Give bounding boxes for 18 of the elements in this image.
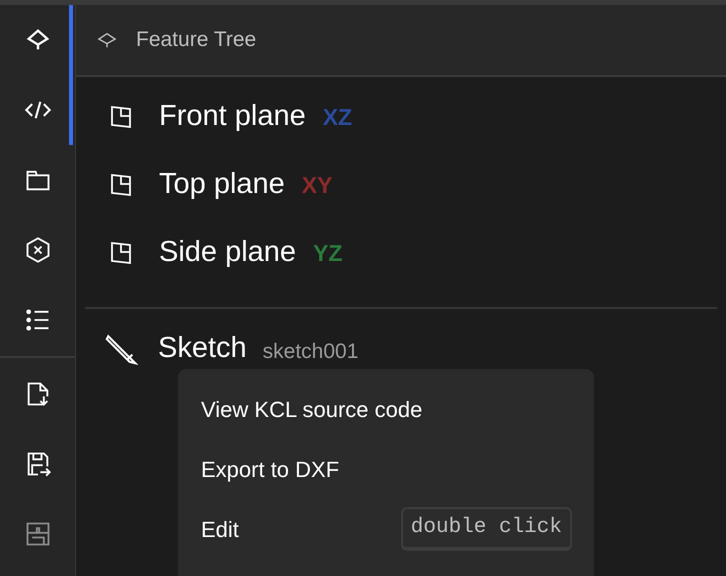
axis-tag: XZ: [322, 100, 352, 134]
plane-label[interactable]: Side plane: [159, 231, 296, 275]
shortcut-hint: double click: [400, 507, 572, 551]
menu-item[interactable]: Edit double click: [178, 499, 594, 559]
plane-label[interactable]: Top plane: [159, 163, 285, 207]
plane-label[interactable]: Front plane: [159, 95, 306, 139]
plane-icon: [109, 105, 133, 129]
plane-icon: [109, 173, 133, 197]
plane-icon: [109, 241, 133, 265]
panel-title: Feature Tree: [136, 27, 256, 54]
sketch-label[interactable]: Sketch: [158, 327, 247, 371]
menu-item[interactable]: Export to DXF: [178, 439, 594, 499]
sketch-name: sketch001: [262, 339, 358, 366]
axis-tag: YZ: [313, 236, 342, 270]
pencil-icon: [104, 332, 138, 366]
axis-tag: XY: [302, 168, 332, 202]
menu-item[interactable]: View KCL source code: [178, 379, 594, 439]
diamond-icon: [96, 31, 118, 49]
